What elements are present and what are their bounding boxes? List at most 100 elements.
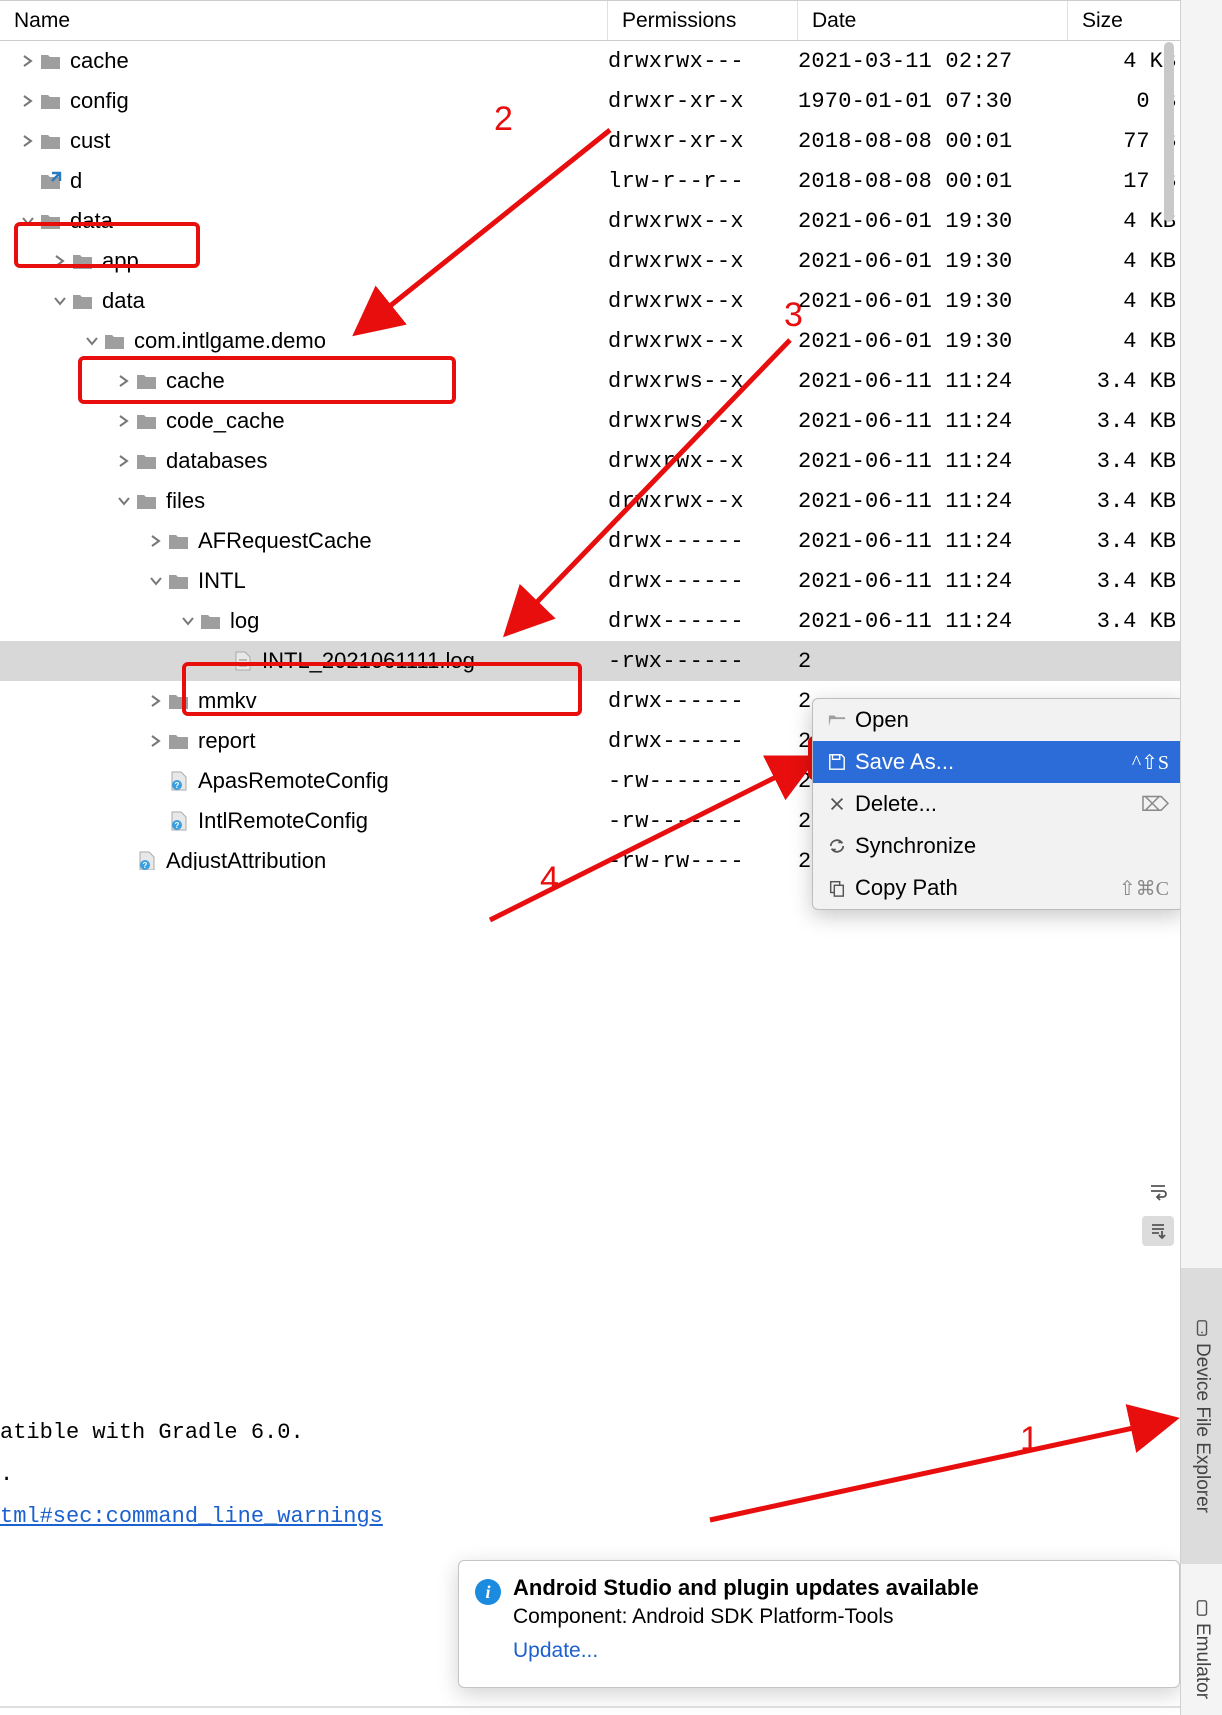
file-date: 2021-06-01 19:30 <box>798 249 1068 274</box>
file-date: 2021-06-11 11:24 <box>798 489 1068 514</box>
table-row[interactable]: appdrwxrwx--x2021-06-01 19:304 KB <box>0 241 1192 281</box>
file-size: 3.4 KB <box>1068 409 1192 434</box>
copy-icon <box>823 879 851 897</box>
file-icon <box>134 841 160 870</box>
scroll-to-end-icon[interactable] <box>1142 1216 1174 1246</box>
file-permissions: drwxr-xr-x <box>608 129 798 154</box>
table-row[interactable]: code_cachedrwxrws--x2021-06-11 11:243.4 … <box>0 401 1192 441</box>
disclosure-icon[interactable] <box>114 441 134 481</box>
file-name: config <box>68 88 129 114</box>
file-name: INTL <box>196 568 246 594</box>
folder-icon <box>70 281 96 321</box>
ctx-copy-shortcut: ⇧⌘C <box>1119 876 1169 901</box>
file-name: app <box>100 248 139 274</box>
file-name: databases <box>164 448 268 474</box>
soft-wrap-icon[interactable] <box>1142 1176 1174 1206</box>
ctx-delete[interactable]: Delete... ⌦ <box>813 783 1183 825</box>
disclosure-icon[interactable] <box>146 681 166 721</box>
file-name: com.intlgame.demo <box>132 328 326 354</box>
header-name[interactable]: Name <box>0 1 608 40</box>
disclosure-icon[interactable] <box>82 321 102 361</box>
file-name: cache <box>68 48 129 74</box>
table-row[interactable]: INTL_2021061111.log-rwx------2 <box>0 641 1192 681</box>
ctx-save-as-shortcut: ^⇧S <box>1132 750 1169 775</box>
disclosure-icon[interactable] <box>18 41 38 81</box>
file-icon <box>230 641 256 681</box>
file-size: 3.4 KB <box>1068 609 1192 634</box>
file-name: cust <box>68 128 110 154</box>
table-row[interactable]: AFRequestCachedrwx------2021-06-11 11:24… <box>0 521 1192 561</box>
file-date: 2021-06-11 11:24 <box>798 529 1068 554</box>
panel-toolbar <box>0 1172 1180 1210</box>
file-name: d <box>68 168 82 194</box>
file-date: 2021-06-11 11:24 <box>798 369 1068 394</box>
ctx-delete-shortcut: ⌦ <box>1141 792 1169 817</box>
disclosure-icon[interactable] <box>178 601 198 641</box>
table-row[interactable]: com.intlgame.demodrwxrwx--x2021-06-01 19… <box>0 321 1192 361</box>
file-size: 3.4 KB <box>1068 489 1192 514</box>
right-sidebar: Device File Explorer Emulator <box>1180 0 1222 1715</box>
file-size: 4 KB <box>1068 289 1192 314</box>
table-row[interactable]: datadrwxrwx--x2021-06-01 19:304 KB <box>0 281 1192 321</box>
ctx-save-as[interactable]: Save As... ^⇧S <box>813 741 1183 783</box>
tab-emulator[interactable]: Emulator <box>1181 1584 1222 1714</box>
file-icon <box>166 801 192 841</box>
table-row[interactable]: databasesdrwxrwx--x2021-06-11 11:243.4 K… <box>0 441 1192 481</box>
file-name: data <box>100 288 145 314</box>
disclosure-icon[interactable] <box>18 81 38 121</box>
disclosure-icon[interactable] <box>18 201 38 241</box>
file-date: 2021-06-11 11:24 <box>798 449 1068 474</box>
folder-icon <box>38 201 64 241</box>
disclosure-icon[interactable] <box>146 721 166 761</box>
table-row[interactable]: datadrwxrwx--x2021-06-01 19:304 KB <box>0 201 1192 241</box>
table-row[interactable]: configdrwxr-xr-x1970-01-01 07:300 B <box>0 81 1192 121</box>
file-name: ApasRemoteConfig <box>196 768 389 794</box>
ctx-save-as-label: Save As... <box>851 749 1132 775</box>
header-size[interactable]: Size <box>1068 1 1192 40</box>
notif-update-link[interactable]: Update... <box>513 1639 598 1663</box>
ctx-open[interactable]: Open <box>813 699 1183 741</box>
scrollbar-vertical[interactable] <box>1164 42 1174 222</box>
console-line-2: . <box>0 1454 1140 1496</box>
file-size: 4 KB <box>1068 329 1192 354</box>
disclosure-icon[interactable] <box>18 121 38 161</box>
tab-emulator-label: Emulator <box>1191 1623 1213 1699</box>
notif-body: Component: Android SDK Platform-Tools <box>513 1605 1159 1629</box>
disclosure-icon[interactable] <box>50 241 70 281</box>
file-icon <box>166 761 192 801</box>
table-row[interactable]: dlrw-r--r--2018-08-08 00:0117 B <box>0 161 1192 201</box>
file-date: 1970-01-01 07:30 <box>798 89 1068 114</box>
folder-open-icon <box>823 711 851 729</box>
file-date: 2021-06-11 11:24 <box>798 609 1068 634</box>
file-size: 3.4 KB <box>1068 569 1192 594</box>
folder-icon <box>38 81 64 121</box>
disclosure-icon[interactable] <box>114 481 134 521</box>
ctx-copy-path[interactable]: Copy Path ⇧⌘C <box>813 867 1183 909</box>
header-date[interactable]: Date <box>798 1 1068 40</box>
tab-device-file-explorer-label: Device File Explorer <box>1191 1343 1213 1513</box>
file-date: 2021-03-11 02:27 <box>798 49 1068 74</box>
disclosure-icon[interactable] <box>114 401 134 441</box>
disclosure-icon[interactable] <box>114 361 134 401</box>
disclosure-icon[interactable] <box>146 561 166 601</box>
tab-device-file-explorer[interactable]: Device File Explorer <box>1181 1268 1222 1564</box>
file-name: code_cache <box>164 408 285 434</box>
file-date: 2018-08-08 00:01 <box>798 169 1068 194</box>
table-row[interactable]: cachedrwxrws--x2021-06-11 11:243.4 KB <box>0 361 1192 401</box>
table-row[interactable]: logdrwx------2021-06-11 11:243.4 KB <box>0 601 1192 641</box>
file-permissions: drwxrwx--x <box>608 249 798 274</box>
console-line-1: atible with Gradle 6.0. <box>0 1412 1140 1454</box>
table-row[interactable]: INTLdrwx------2021-06-11 11:243.4 KB <box>0 561 1192 601</box>
file-date: 2 <box>798 649 1068 674</box>
file-permissions: drwxrwx--- <box>608 49 798 74</box>
notif-title: Android Studio and plugin updates availa… <box>513 1575 1159 1601</box>
disclosure-icon[interactable] <box>146 521 166 561</box>
disclosure-icon[interactable] <box>50 281 70 321</box>
table-row[interactable]: filesdrwxrwx--x2021-06-11 11:243.4 KB <box>0 481 1192 521</box>
console-warning-link[interactable]: tml#sec:command_line_warnings <box>0 1504 383 1529</box>
table-row[interactable]: custdrwxr-xr-x2018-08-08 00:0177 B <box>0 121 1192 161</box>
ctx-synchronize[interactable]: Synchronize <box>813 825 1183 867</box>
file-permissions: drwxrwx--x <box>608 329 798 354</box>
header-permissions[interactable]: Permissions <box>608 1 798 40</box>
table-row[interactable]: cachedrwxrwx---2021-03-11 02:274 KB <box>0 41 1192 81</box>
